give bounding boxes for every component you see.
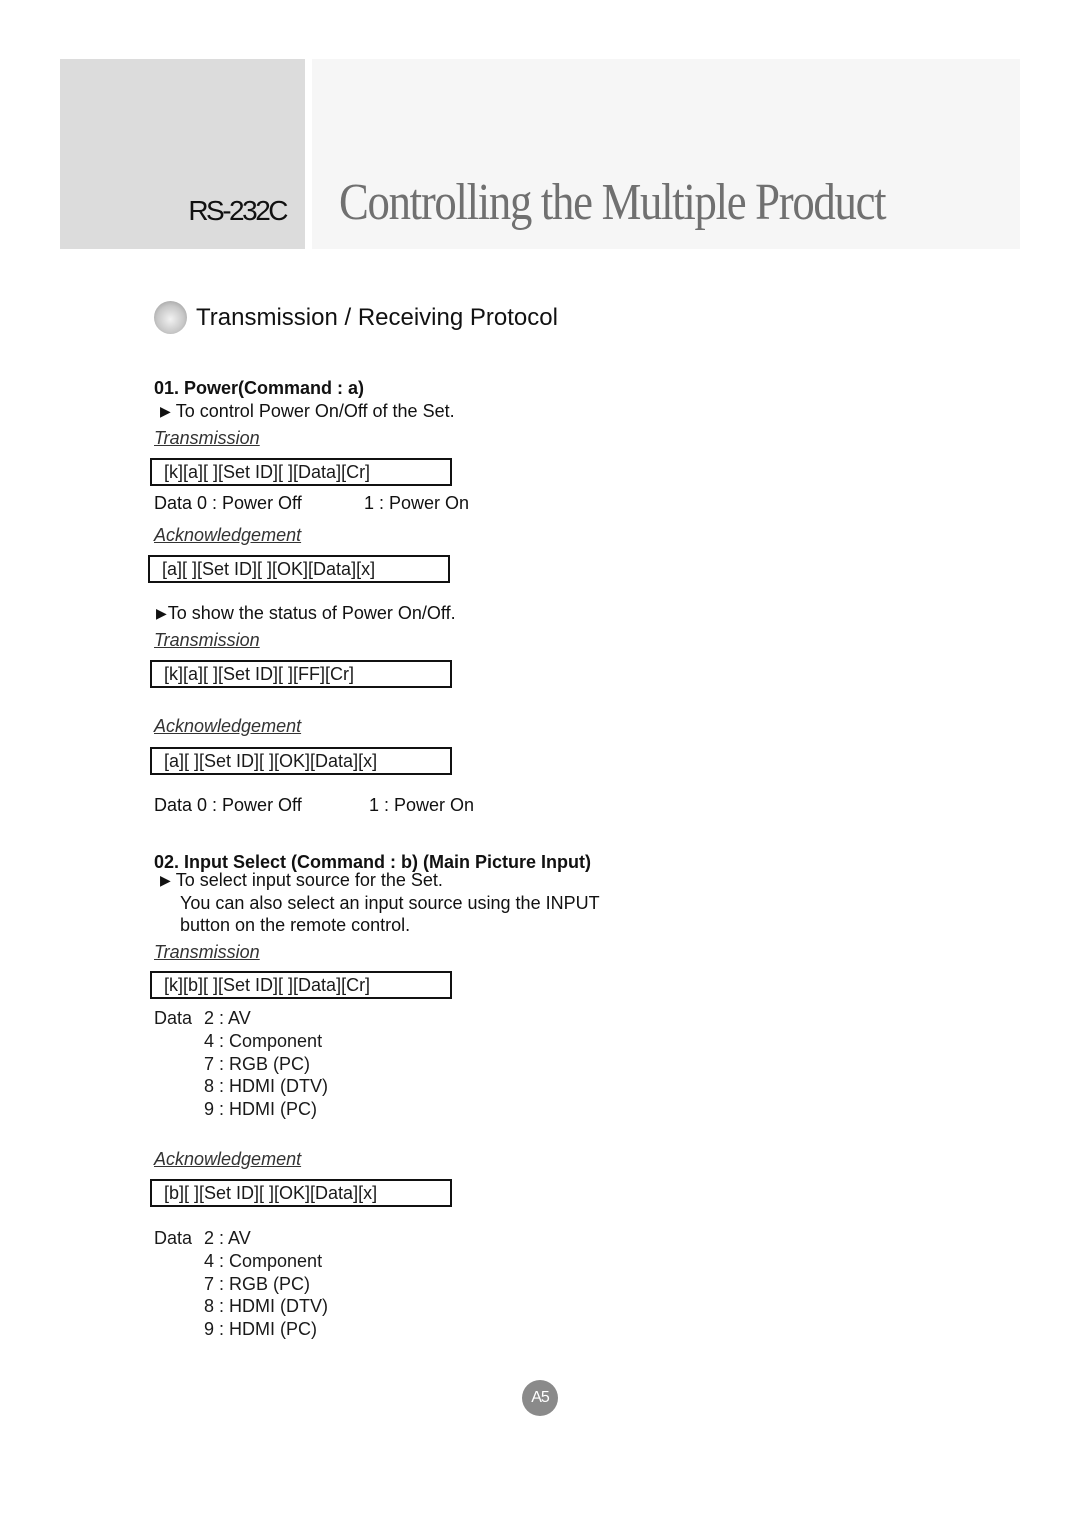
note-text: To control Power On/Off of the Set. — [175, 401, 455, 421]
transmission-label: Transmission — [154, 428, 260, 448]
data-row: 7 : RGB (PC) — [154, 1053, 328, 1076]
data-value: 4 : Component — [204, 1030, 323, 1051]
data-power-on: 1 : Power On — [369, 795, 475, 815]
data-row: Data 2 : AV — [154, 1007, 328, 1030]
data-row: 8 : HDMI (DTV) — [154, 1075, 328, 1098]
command-01-note: ▶ To control Power On/Off of the Set. — [160, 401, 455, 422]
arrow-right-icon: ▶ — [160, 872, 171, 888]
data-row: 4 : Component — [154, 1030, 328, 1053]
data-power-on: 1 : Power On — [364, 493, 470, 513]
data-value: 8 : HDMI (DTV) — [204, 1296, 328, 1317]
page-title: Controlling the Multiple Product — [339, 174, 887, 231]
data-value: 9 : HDMI (PC) — [204, 1319, 318, 1340]
command-01-status-note: ▶To show the status of Power On/Off. — [156, 603, 456, 624]
transmission-packet: [k][a][ ][Set ID][ ][Data][Cr] — [150, 458, 452, 486]
section-title: Transmission / Receiving Protocol — [196, 303, 558, 331]
data-row: Data 2 : AV — [154, 1227, 328, 1250]
data-value: 7 : RGB (PC) — [204, 1053, 311, 1074]
ack-data-list: Data 2 : AV 4 : Component 7 : RGB (PC) 8 … — [154, 1227, 328, 1341]
acknowledgement-label: Acknowledgement — [154, 716, 302, 736]
header-left-panel: RS-232C — [60, 59, 305, 249]
header-right-panel: Controlling the Multiple Product — [312, 59, 1020, 249]
transmission-packet: [k][a][ ][Set ID][ ][FF][Cr] — [150, 660, 452, 688]
data-row: 9 : HDMI (PC) — [154, 1318, 328, 1341]
acknowledgement-packet: [b][ ][Set ID][ ][OK][Data][x] — [150, 1179, 452, 1207]
header-code: RS-232C — [188, 195, 288, 226]
data-power-off: Data 0 : Power Off — [154, 493, 302, 513]
note-text: To show the status of Power On/Off. — [167, 603, 456, 623]
arrow-right-icon: ▶ — [160, 403, 171, 419]
note-text: To select input source for the Set. — [175, 870, 443, 890]
acknowledgement-label: Acknowledgement — [154, 1149, 302, 1169]
input-data-list: Data 2 : AV 4 : Component 7 : RGB (PC) 8 … — [154, 1007, 328, 1121]
section-heading: Transmission / Receiving Protocol — [154, 301, 558, 334]
data-value: 7 : RGB (PC) — [204, 1273, 311, 1294]
transmission-label: Transmission — [154, 630, 260, 650]
command-02-note-line2: You can also select an input source usin… — [180, 893, 600, 913]
command-02-note: ▶ To select input source for the Set. — [160, 870, 443, 891]
data-row: 4 : Component — [154, 1250, 328, 1273]
acknowledgement-packet: [a][ ][Set ID][ ][OK][Data][x] — [150, 747, 452, 775]
acknowledgement-label: Acknowledgement — [154, 525, 302, 545]
data-value: 4 : Component — [204, 1250, 323, 1271]
data-value: 2 : AV — [204, 1228, 251, 1248]
command-01-heading: 01. Power(Command : a) — [154, 378, 365, 398]
data-row: 7 : RGB (PC) — [154, 1273, 328, 1296]
data-value: 8 : HDMI (DTV) — [204, 1076, 328, 1097]
data-row: 8 : HDMI (DTV) — [154, 1295, 328, 1318]
data-value: 9 : HDMI (PC) — [204, 1099, 318, 1120]
data-row: 9 : HDMI (PC) — [154, 1098, 328, 1121]
data-power-off: Data 0 : Power Off — [154, 795, 302, 815]
acknowledgement-packet: [a][ ][Set ID][ ][OK][Data][x] — [148, 555, 450, 583]
command-02-note-line3: button on the remote control. — [180, 915, 411, 935]
data-label: Data — [154, 1008, 193, 1028]
data-label: Data — [154, 1228, 193, 1248]
page-number-badge: A5 — [522, 1380, 558, 1416]
transmission-label: Transmission — [154, 942, 260, 962]
transmission-packet: [k][b][ ][Set ID][ ][Data][Cr] — [150, 971, 452, 999]
bullet-ball-icon — [154, 301, 187, 334]
data-value: 2 : AV — [204, 1008, 251, 1028]
arrow-right-icon: ▶ — [156, 605, 167, 621]
